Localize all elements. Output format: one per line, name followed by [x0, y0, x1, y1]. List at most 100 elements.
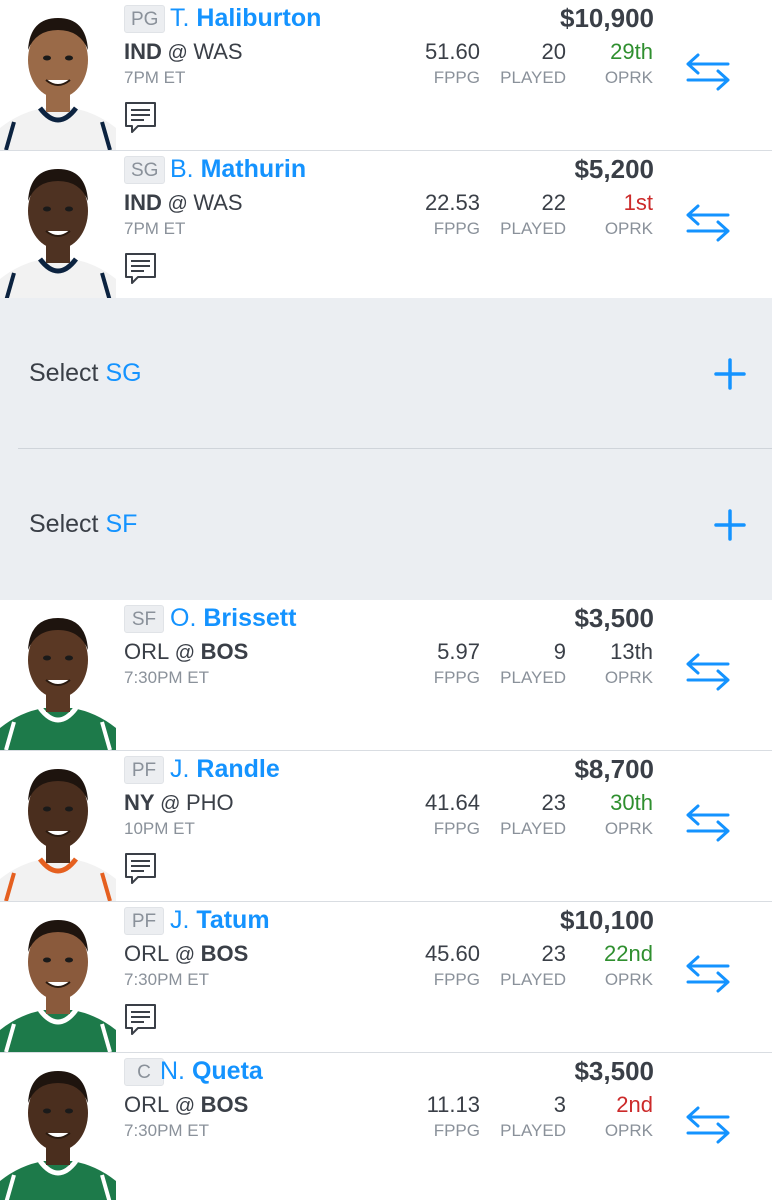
oprk-value: 30th: [610, 790, 653, 815]
player-row[interactable]: SG B. Mathurin $5,200 IND @ WAS 7PM ET 22.53 F…: [0, 151, 772, 302]
opponent-abbr: BOS: [200, 941, 249, 966]
slot-divider: [18, 448, 772, 449]
player-first-initial: B.: [170, 155, 201, 183]
player-name-link[interactable]: J. Tatum: [170, 905, 270, 935]
player-first-initial: N.: [160, 1057, 192, 1085]
add-player-plus-icon[interactable]: [714, 358, 746, 390]
game-matchup: IND @ WAS: [124, 38, 243, 67]
empty-slot-sg[interactable]: Select SG: [0, 298, 772, 448]
fppg-value: 41.64: [424, 790, 480, 815]
select-prefix: Select: [29, 359, 106, 387]
player-salary: $10,100: [560, 905, 654, 935]
oprk-value: 13th: [610, 639, 653, 664]
game-matchup: ORL @ BOS: [124, 1091, 248, 1120]
player-name-link[interactable]: B. Mathurin: [170, 154, 306, 184]
news-note-icon[interactable]: [124, 101, 157, 134]
at-symbol: @: [154, 793, 186, 815]
position-badge: PG: [124, 5, 166, 33]
player-salary: $3,500: [574, 603, 654, 633]
player-row[interactable]: PG T. Haliburton $10,900 IND @ WAS 7PM ET 51.…: [0, 0, 772, 151]
oprk-value: 22nd: [604, 941, 653, 966]
at-symbol: @: [169, 642, 201, 664]
player-last-name: Tatum: [196, 906, 270, 934]
game-matchup: NY @ PHO: [124, 789, 234, 818]
fppg-label: FPPG: [433, 819, 480, 838]
oprk-label: OPRK: [604, 219, 653, 238]
team-abbr: NY: [124, 790, 155, 815]
played-value: 22: [541, 190, 566, 215]
fppg-value: 11.13: [426, 1092, 480, 1117]
position-badge: SF: [124, 605, 164, 633]
fppg-label: FPPG: [433, 219, 480, 238]
team-abbr: ORL: [124, 639, 170, 664]
swap-arrows-icon[interactable]: [684, 52, 732, 92]
player-first-initial: J.: [170, 906, 197, 934]
player-salary: $5,200: [574, 154, 654, 184]
oprk-label: OPRK: [604, 970, 653, 989]
swap-arrows-icon[interactable]: [684, 652, 732, 692]
player-salary: $8,700: [574, 754, 654, 784]
player-row[interactable]: C N. Queta $3,500 ORL @ BOS 7:30PM ET 11.13 FP…: [0, 1053, 772, 1200]
fppg-label: FPPG: [433, 668, 480, 687]
add-player-plus-icon[interactable]: [714, 509, 746, 541]
player-headshot: [0, 600, 116, 750]
fppg-label: FPPG: [433, 68, 480, 87]
oprk-value: 1st: [623, 190, 653, 215]
player-row[interactable]: PF J. Tatum $10,100 ORL @ BOS 7:30PM ET 45.60…: [0, 902, 772, 1053]
team-abbr: IND: [124, 39, 162, 64]
played-label: PLAYED: [500, 668, 566, 687]
played-value: 3: [553, 1092, 566, 1117]
opponent-abbr: PHO: [185, 790, 234, 815]
player-row[interactable]: SF O. Brissett $3,500 ORL @ BOS 7:30PM ET 5.9…: [0, 600, 772, 751]
player-last-name: Queta: [191, 1057, 263, 1085]
swap-arrows-icon[interactable]: [684, 203, 732, 243]
news-note-icon[interactable]: [124, 852, 157, 885]
player-last-name: Haliburton: [196, 4, 322, 32]
at-symbol: @: [161, 42, 194, 64]
fppg-label: FPPG: [433, 970, 480, 989]
player-headshot: [0, 0, 116, 150]
empty-slot-sf[interactable]: Select SF: [0, 448, 772, 600]
team-abbr: IND: [124, 190, 162, 215]
fppg-value: 51.60: [424, 39, 480, 64]
oprk-label: OPRK: [604, 1121, 653, 1140]
position-badge: PF: [124, 907, 164, 935]
player-salary: $10,900: [560, 3, 654, 33]
swap-arrows-icon[interactable]: [684, 803, 732, 843]
player-last-name: Randle: [196, 755, 280, 783]
news-note-icon[interactable]: [124, 252, 157, 285]
player-row[interactable]: PF J. Randle $8,700 NY @ PHO 10PM ET 41.64 FPP…: [0, 751, 772, 902]
player-headshot: [0, 1053, 116, 1200]
team-abbr: ORL: [124, 941, 170, 966]
select-slot-label[interactable]: Select SG: [29, 358, 142, 388]
played-value: 23: [541, 941, 566, 966]
game-time: 10PM ET: [124, 819, 195, 838]
player-first-initial: J.: [170, 755, 197, 783]
swap-arrows-icon[interactable]: [684, 954, 732, 994]
game-matchup: ORL @ BOS: [124, 940, 248, 969]
select-slot-label[interactable]: Select SF: [29, 509, 137, 539]
played-value: 20: [541, 39, 566, 64]
player-name-link[interactable]: N. Queta: [160, 1056, 263, 1086]
played-label: PLAYED: [500, 819, 566, 838]
position-badge: SG: [124, 156, 166, 184]
game-time: 7PM ET: [124, 219, 186, 238]
news-note-icon[interactable]: [124, 1003, 157, 1036]
oprk-value: 29th: [610, 39, 653, 64]
swap-arrows-icon[interactable]: [684, 1105, 732, 1145]
player-name-link[interactable]: J. Randle: [170, 754, 280, 784]
player-last-name: Mathurin: [200, 155, 307, 183]
opponent-abbr: BOS: [200, 639, 249, 664]
opponent-abbr: WAS: [193, 190, 243, 215]
oprk-value: 2nd: [616, 1092, 653, 1117]
played-value: 23: [541, 790, 566, 815]
lineup-list: PG T. Haliburton $10,900 IND @ WAS 7PM ET 51.…: [0, 0, 772, 1200]
played-label: PLAYED: [500, 219, 566, 238]
select-position: SG: [105, 359, 142, 387]
player-salary: $3,500: [574, 1056, 654, 1086]
player-headshot: [0, 151, 116, 301]
position-badge: PF: [124, 756, 164, 784]
player-name-link[interactable]: T. Haliburton: [170, 3, 321, 33]
position-badge: C: [124, 1058, 164, 1086]
player-name-link[interactable]: O. Brissett: [170, 603, 296, 633]
